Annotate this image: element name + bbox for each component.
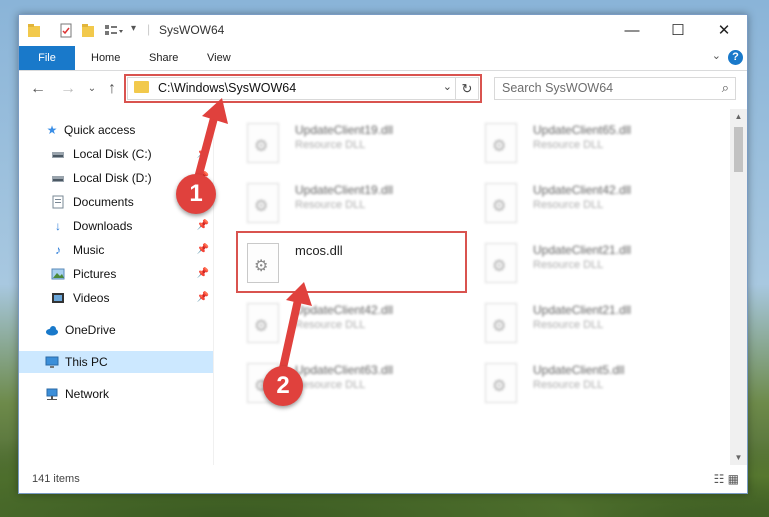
arrow-2-shaft (279, 296, 302, 372)
annotation-arrows (194, 98, 312, 372)
callout-1: 1 (176, 174, 216, 214)
callout-2: 2 (263, 366, 303, 406)
arrow-2-head (286, 282, 312, 306)
arrow-1-shaft (194, 114, 218, 182)
